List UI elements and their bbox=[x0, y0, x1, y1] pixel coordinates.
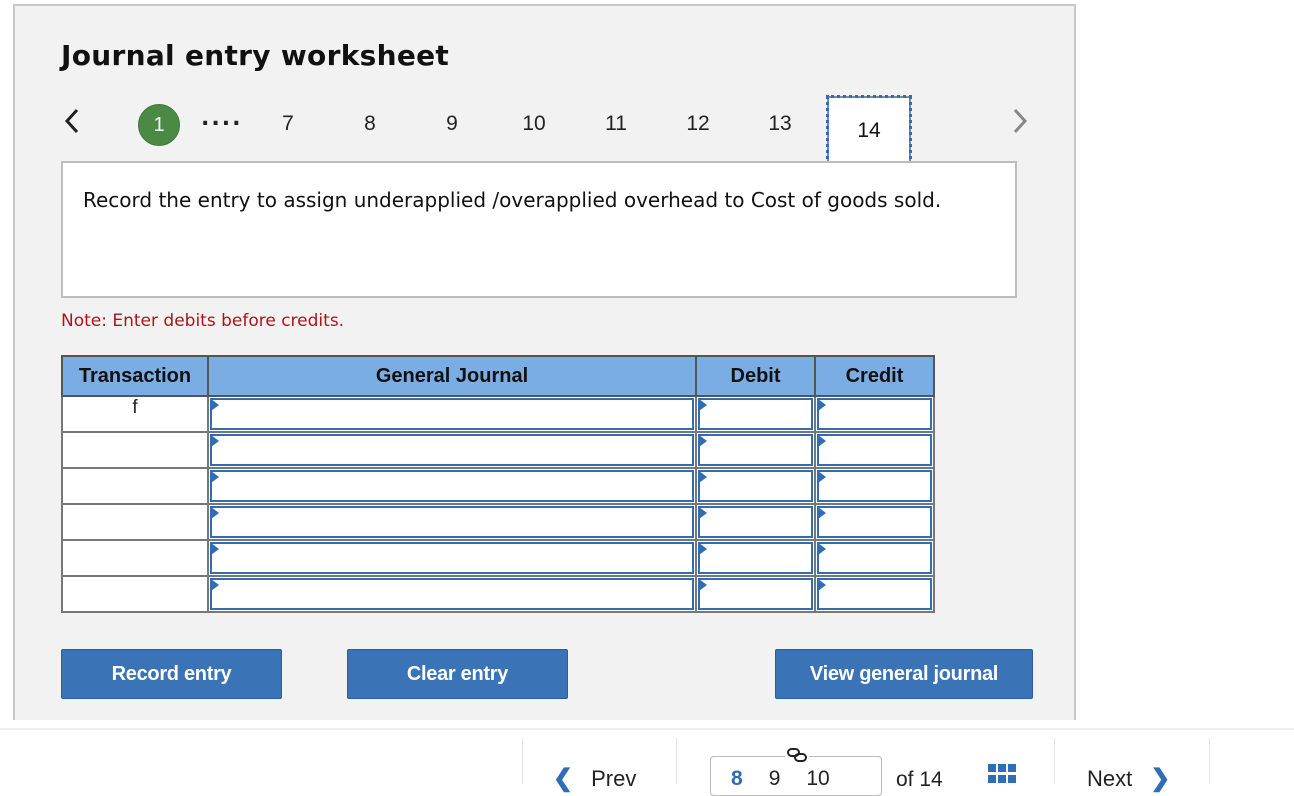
journal-worksheet-panel: Journal entry worksheet 1 .... 7 8 9 10 … bbox=[13, 4, 1076, 720]
debit-cell bbox=[695, 503, 816, 541]
general-journal-input[interactable] bbox=[210, 506, 694, 538]
debit-input[interactable] bbox=[698, 542, 813, 574]
debit-cell bbox=[695, 575, 816, 613]
chevron-left-icon: ❮ bbox=[553, 765, 574, 792]
debit-input[interactable] bbox=[698, 398, 813, 430]
general-journal-cell bbox=[207, 575, 697, 613]
header-credit: Credit bbox=[814, 355, 935, 397]
divider bbox=[522, 738, 523, 784]
record-entry-button[interactable]: Record entry bbox=[61, 649, 282, 699]
prev-label: Prev bbox=[591, 765, 637, 791]
pager-page-current[interactable]: 14 bbox=[826, 95, 912, 167]
general-journal-cell bbox=[207, 539, 697, 577]
pager-page-11[interactable]: 11 bbox=[596, 112, 636, 136]
table-row bbox=[61, 575, 935, 613]
credit-input[interactable] bbox=[817, 434, 932, 466]
general-journal-input[interactable] bbox=[210, 542, 694, 574]
chevron-right-icon bbox=[1013, 108, 1028, 134]
pager-prev-button[interactable] bbox=[61, 106, 85, 136]
general-journal-cell bbox=[207, 503, 697, 541]
table-row bbox=[61, 503, 935, 541]
table-row: f bbox=[61, 395, 935, 433]
transaction-cell: f bbox=[61, 395, 209, 433]
grid-icon[interactable] bbox=[988, 764, 1018, 784]
credit-cell bbox=[814, 467, 935, 505]
general-journal-cell bbox=[207, 395, 697, 433]
debit-input[interactable] bbox=[698, 506, 813, 538]
pager-page-10[interactable]: 10 bbox=[514, 112, 554, 136]
pager-page-1[interactable]: 1 bbox=[138, 104, 180, 146]
table-header-row: Transaction General Journal Debit Credit bbox=[61, 355, 935, 397]
transaction-cell bbox=[61, 575, 209, 613]
question-page-selector[interactable]: 8 9 10 bbox=[710, 745, 882, 796]
prev-question-button[interactable]: ❮ Prev bbox=[553, 764, 636, 793]
divider bbox=[676, 738, 677, 784]
page-total: of 14 bbox=[896, 768, 943, 791]
header-debit: Debit bbox=[695, 355, 816, 397]
page-number-list: 8 9 10 bbox=[731, 767, 830, 791]
credit-input[interactable] bbox=[817, 470, 932, 502]
pager-page-13[interactable]: 13 bbox=[760, 112, 800, 136]
link-icon bbox=[785, 745, 809, 765]
debit-cell bbox=[695, 467, 816, 505]
debit-input[interactable] bbox=[698, 434, 813, 466]
page-number-current[interactable]: 8 bbox=[731, 767, 743, 791]
general-journal-input[interactable] bbox=[210, 470, 694, 502]
credit-input[interactable] bbox=[817, 578, 932, 610]
table-row bbox=[61, 431, 935, 469]
divider bbox=[1209, 738, 1210, 784]
credit-cell bbox=[814, 539, 935, 577]
credit-cell bbox=[814, 575, 935, 613]
credit-input[interactable] bbox=[817, 542, 932, 574]
page-number[interactable]: 10 bbox=[806, 767, 829, 791]
divider bbox=[1054, 738, 1055, 784]
transaction-cell bbox=[61, 467, 209, 505]
next-question-button[interactable]: Next ❯ bbox=[1087, 764, 1170, 793]
header-general-journal: General Journal bbox=[207, 355, 697, 397]
pager-page-9[interactable]: 9 bbox=[432, 112, 472, 136]
pager-page-7[interactable]: 7 bbox=[268, 112, 308, 136]
bottom-navigation-bar: ❮ Prev 8 9 10 of 14 Next ❯ bbox=[0, 728, 1294, 796]
pager-ellipsis: .... bbox=[201, 106, 243, 131]
general-journal-input[interactable] bbox=[210, 398, 694, 430]
pager-next-button[interactable] bbox=[1007, 106, 1031, 136]
credit-cell bbox=[814, 431, 935, 469]
transaction-cell bbox=[61, 503, 209, 541]
debit-cell bbox=[695, 431, 816, 469]
general-journal-cell bbox=[207, 431, 697, 469]
debit-cell bbox=[695, 395, 816, 433]
transaction-cell bbox=[61, 431, 209, 469]
pager-page-12[interactable]: 12 bbox=[678, 112, 718, 136]
debit-input[interactable] bbox=[698, 470, 813, 502]
table-row bbox=[61, 467, 935, 505]
chevron-right-icon: ❯ bbox=[1150, 765, 1171, 792]
debit-input[interactable] bbox=[698, 578, 813, 610]
credit-cell bbox=[814, 395, 935, 433]
table-row bbox=[61, 539, 935, 577]
next-label: Next bbox=[1087, 765, 1133, 791]
chevron-left-icon bbox=[64, 108, 79, 134]
credit-input[interactable] bbox=[817, 398, 932, 430]
instruction-note: Note: Enter debits before credits. bbox=[61, 311, 345, 331]
general-journal-cell bbox=[207, 467, 697, 505]
clear-entry-button[interactable]: Clear entry bbox=[347, 649, 568, 699]
transaction-cell bbox=[61, 539, 209, 577]
pager-page-8[interactable]: 8 bbox=[350, 112, 390, 136]
question-pager: 1 .... 7 8 9 10 11 12 13 14 bbox=[15, 95, 1075, 167]
worksheet-title: Journal entry worksheet bbox=[61, 39, 450, 72]
journal-entry-table: Transaction General Journal Debit Credit… bbox=[61, 355, 935, 613]
general-journal-input[interactable] bbox=[210, 578, 694, 610]
credit-cell bbox=[814, 503, 935, 541]
question-text: Record the entry to assign underapplied … bbox=[61, 161, 1017, 298]
general-journal-input[interactable] bbox=[210, 434, 694, 466]
credit-input[interactable] bbox=[817, 506, 932, 538]
header-transaction: Transaction bbox=[61, 355, 209, 397]
debit-cell bbox=[695, 539, 816, 577]
page-number[interactable]: 9 bbox=[769, 767, 781, 791]
view-general-journal-button[interactable]: View general journal bbox=[775, 649, 1033, 699]
